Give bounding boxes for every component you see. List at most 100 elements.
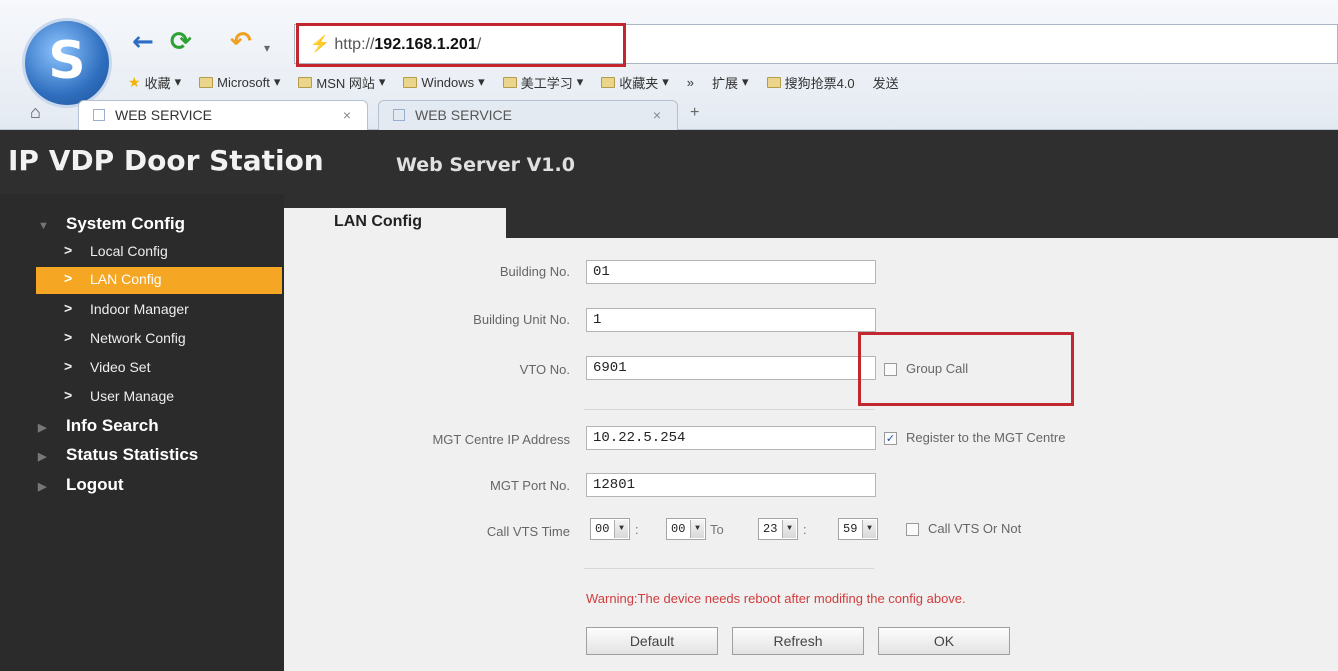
folder-icon	[601, 76, 616, 88]
lightning-icon: ⚡	[310, 36, 330, 53]
reboot-warning: Warning:The device needs reboot after mo…	[586, 591, 966, 606]
ok-button[interactable]: OK	[878, 627, 1010, 655]
group-call-label: Group Call	[906, 361, 969, 376]
app-header: IP VDP Door Station Web Server V1.0	[0, 130, 1338, 194]
page-icon	[93, 109, 105, 121]
end-hour-select[interactable]: 23 ▼	[758, 518, 798, 540]
register-mgt-checkbox[interactable]: ✓	[884, 432, 897, 445]
start-hour-select[interactable]: 00 ▼	[590, 518, 630, 540]
tab-lan-config[interactable]: LAN Config	[284, 208, 506, 238]
select-value: 00	[595, 522, 610, 536]
bookmark-windows[interactable]: Windows ▾	[403, 72, 485, 92]
sidebar-item-network-config[interactable]: > Network Config	[36, 326, 282, 353]
call-vts-or-not-label: Call VTS Or Not	[928, 521, 1022, 536]
sidebar-item-indoor-manager[interactable]: > Indoor Manager	[36, 297, 282, 324]
bookmark-extensions[interactable]: 扩展 ▾	[712, 72, 749, 92]
mgt-ip-field[interactable]: 10.22.5.254	[586, 426, 876, 450]
undo-icon[interactable]: ↶	[230, 28, 252, 56]
sidebar-item-label: Video Set	[90, 359, 151, 375]
start-minute-select[interactable]: 00 ▼	[666, 518, 706, 540]
bookmark-ticket[interactable]: 搜狗抢票4.0	[766, 72, 855, 92]
bookmark-send[interactable]: 发送	[873, 72, 899, 92]
sidebar-info-search[interactable]: ▶ Info Search	[38, 416, 159, 440]
browser-tab-1[interactable]: WEB SERVICE ×	[78, 100, 368, 130]
sidebar-item-video-set[interactable]: > Video Set	[36, 355, 282, 382]
tab-label: WEB SERVICE	[415, 107, 512, 123]
chevron-right-icon: >	[64, 387, 73, 403]
building-unit-no-field[interactable]: 1	[586, 308, 876, 332]
sidebar: ▼ System Config > Local Config > LAN Config…	[0, 194, 284, 671]
folder-icon	[502, 76, 517, 88]
folder-icon	[766, 76, 781, 88]
app-subtitle: Web Server V1.0	[396, 154, 575, 176]
browser-logo	[22, 18, 112, 108]
chevron-right-icon: >	[64, 358, 73, 374]
group-call-checkbox[interactable]	[884, 363, 897, 376]
collapsed-triangle-icon: ▶	[38, 451, 47, 463]
time-colon: :	[803, 522, 807, 537]
select-value: 23	[763, 522, 778, 536]
address-host: 192.168.1.201	[374, 36, 477, 53]
bookmark-label: 扩展	[712, 75, 739, 91]
end-minute-select[interactable]: 59 ▼	[838, 518, 878, 540]
bookmark-label: Windows	[421, 74, 475, 90]
select-value: 59	[843, 522, 858, 536]
address-url[interactable]: ⚡ http://192.168.1.201/	[310, 34, 481, 54]
bookmark-design[interactable]: 美工学习 ▾	[502, 72, 583, 92]
sidebar-logout[interactable]: ▶ Logout	[38, 475, 124, 499]
chevron-right-icon: >	[64, 270, 73, 286]
browser-chrome: ← ⟳ ↶ ▾ ⚡ http://192.168.1.201/ ★收藏▾ Mic…	[0, 0, 1338, 130]
refresh-button[interactable]: Refresh	[732, 627, 864, 655]
vto-no-label: VTO No.	[519, 362, 570, 377]
sidebar-head-label: Status Statistics	[66, 445, 199, 464]
bookmark-favorites-folder[interactable]: 收藏夹 ▾	[601, 72, 669, 92]
sidebar-item-label: LAN Config	[90, 271, 162, 287]
bookmark-more[interactable]: »	[687, 72, 694, 92]
tab-strip: ⌂ WEB SERVICE × WEB SERVICE × +	[0, 98, 1338, 130]
register-mgt-label: Register to the MGT Centre	[906, 430, 1066, 445]
refresh-icon[interactable]: ⟳	[170, 28, 192, 56]
building-no-label: Building No.	[499, 264, 570, 279]
browser-tab-2[interactable]: WEB SERVICE ×	[378, 100, 678, 130]
bookmark-favorites[interactable]: ★ 收藏 ▾	[128, 72, 181, 92]
building-no-field[interactable]: 01	[586, 260, 876, 284]
call-vts-time-label: Call VTS Time	[486, 524, 570, 539]
sidebar-system-config[interactable]: ▼ System Config	[38, 214, 185, 238]
call-vts-or-not-checkbox[interactable]	[906, 523, 919, 536]
sidebar-item-label: Indoor Manager	[90, 301, 189, 317]
building-unit-no-label: Building Unit No.	[473, 312, 570, 327]
dropdown-arrow-icon: ▼	[862, 520, 876, 538]
sidebar-status-statistics[interactable]: ▶ Status Statistics	[38, 445, 198, 469]
bookmark-label: 发送	[872, 75, 899, 91]
close-icon[interactable]: ×	[343, 107, 351, 123]
divider	[584, 568, 874, 569]
bookmark-label: 收藏夹	[619, 75, 659, 91]
time-colon: :	[635, 522, 639, 537]
bookmark-label: »	[686, 74, 695, 90]
folder-icon	[298, 76, 313, 88]
sidebar-item-user-manage[interactable]: > User Manage	[36, 384, 282, 411]
back-arrow-icon[interactable]: ←	[132, 28, 154, 56]
bookmark-msn[interactable]: MSN 网站 ▾	[298, 72, 385, 92]
chevron-down-icon[interactable]: ▾	[264, 34, 270, 62]
default-button[interactable]: Default	[586, 627, 718, 655]
sidebar-item-local-config[interactable]: > Local Config	[36, 239, 282, 266]
close-icon[interactable]: ×	[653, 107, 661, 123]
chevron-right-icon: >	[64, 329, 73, 345]
sidebar-head-label: System Config	[66, 214, 186, 233]
folder-icon	[403, 76, 418, 88]
sidebar-item-label: Local Config	[90, 243, 168, 259]
screen: ← ⟳ ↶ ▾ ⚡ http://192.168.1.201/ ★收藏▾ Mic…	[0, 0, 1338, 671]
address-suffix: /	[476, 36, 482, 53]
vto-no-field[interactable]: 6901	[586, 356, 876, 380]
new-tab-button[interactable]: +	[690, 104, 699, 122]
select-value: 00	[671, 522, 686, 536]
sidebar-head-label: Info Search	[66, 416, 159, 435]
bookmark-label: 收藏	[144, 75, 171, 91]
home-icon[interactable]: ⌂	[30, 102, 41, 123]
bookmark-microsoft[interactable]: Microsoft ▾	[199, 72, 280, 92]
app-title: IP VDP Door Station	[8, 144, 324, 177]
mgt-port-field[interactable]: 12801	[586, 473, 876, 497]
bookmark-label: MSN 网站	[316, 75, 375, 91]
sidebar-item-lan-config[interactable]: > LAN Config	[36, 267, 282, 294]
